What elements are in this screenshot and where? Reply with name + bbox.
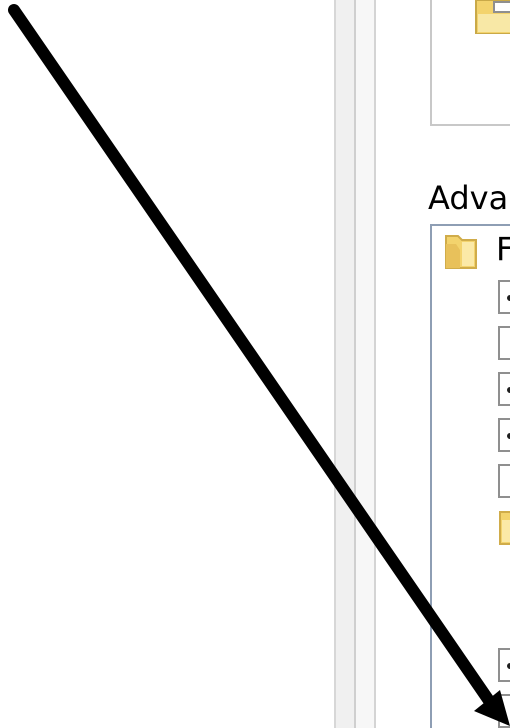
screenshot-canvas: Advar F xyxy=(0,0,510,728)
diagonal-arrow-annotation xyxy=(8,4,510,726)
